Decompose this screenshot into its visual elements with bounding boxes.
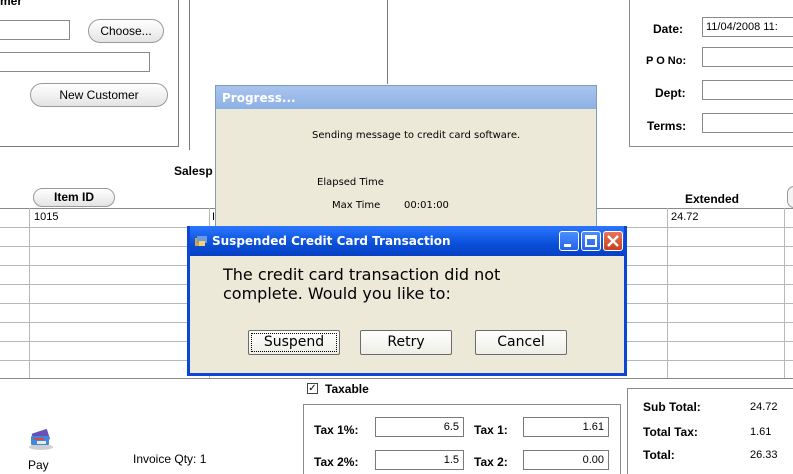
address-box-divider xyxy=(387,0,388,84)
grid-col-line xyxy=(29,208,30,378)
tax2-label: Tax 2: xyxy=(474,455,508,469)
total-value: 26.33 xyxy=(750,449,778,461)
customer-name-field[interactable] xyxy=(0,52,150,72)
dept-label: Dept: xyxy=(655,86,686,100)
suspended-message-line2: complete. Would you like to: xyxy=(223,284,451,303)
subtotal-value: 24.72 xyxy=(750,401,778,413)
date-field[interactable]: 11/04/2008 11: xyxy=(702,17,793,37)
grid-col-line xyxy=(784,208,785,378)
item-id-header[interactable]: Item ID xyxy=(33,188,115,207)
suspended-message-line1: The credit card transaction did not xyxy=(223,265,501,284)
maximize-icon[interactable] xyxy=(581,231,601,251)
customer-box-right xyxy=(178,0,179,147)
taxable-checkbox[interactable]: ✓ xyxy=(307,383,318,394)
max-time-value: 00:01:00 xyxy=(404,200,449,211)
totaltax-value: 1.61 xyxy=(750,426,772,438)
tax1-percent-field[interactable]: 6.5 xyxy=(375,417,464,437)
customer-label: mer xyxy=(0,0,23,8)
new-customer-button[interactable]: New Customer xyxy=(30,83,168,107)
cancel-button[interactable]: Cancel xyxy=(475,330,567,355)
row-item-id[interactable]: 1015 xyxy=(34,211,58,223)
minimize-icon[interactable] xyxy=(559,231,579,251)
totaltax-label: Total Tax: xyxy=(643,425,698,439)
progress-message: Sending message to credit card software. xyxy=(312,130,521,141)
tax2-field[interactable]: 0.00 xyxy=(523,450,609,470)
extended-header: Extended xyxy=(685,192,740,206)
terms-label: Terms: xyxy=(647,119,687,133)
tax1-field[interactable]: 1.61 xyxy=(523,417,609,437)
tax2-percent-label: Tax 2%: xyxy=(314,455,359,469)
grid-bottom-line xyxy=(0,378,793,379)
close-icon[interactable] xyxy=(603,231,623,251)
customer-id-field[interactable] xyxy=(0,20,70,40)
terms-field[interactable] xyxy=(702,113,793,133)
date-label: Date: xyxy=(653,22,684,36)
max-time-label: Max Time xyxy=(332,200,381,211)
progress-title: Progress... xyxy=(216,86,596,109)
tax1-label: Tax 1: xyxy=(474,423,508,437)
subtotal-label: Sub Total: xyxy=(643,400,701,414)
taxable-label: Taxable xyxy=(325,382,369,396)
grid-col-line xyxy=(667,208,668,378)
customer-box-bottom xyxy=(0,146,178,147)
row-extended[interactable]: 24.72 xyxy=(671,211,699,223)
salesperson-label: Salesp xyxy=(174,164,213,178)
tax1-percent-label: Tax 1%: xyxy=(314,423,359,437)
pay-label[interactable]: Pay xyxy=(28,458,49,472)
choose-button[interactable]: Choose... xyxy=(88,19,164,43)
dept-field[interactable] xyxy=(702,80,793,100)
progress-dialog: Progress... Sending message to credit ca… xyxy=(215,85,597,245)
suspend-button[interactable]: Suspend xyxy=(248,330,340,355)
po-field[interactable] xyxy=(702,47,793,67)
app-icon xyxy=(194,234,208,248)
address-box-left xyxy=(189,0,190,150)
suspended-transaction-dialog: Suspended Credit Card Transaction The cr… xyxy=(187,226,627,376)
tax2-percent-field[interactable]: 1.5 xyxy=(375,450,464,470)
pay-icon[interactable] xyxy=(27,427,55,451)
total-label: Total: xyxy=(643,448,675,462)
invoice-qty: Invoice Qty: 1 xyxy=(133,452,207,466)
po-label: P O No: xyxy=(646,55,687,67)
extra-column-header[interactable] xyxy=(787,186,793,208)
retry-button[interactable]: Retry xyxy=(360,330,452,355)
elapsed-time-label: Elapsed Time xyxy=(317,177,384,188)
